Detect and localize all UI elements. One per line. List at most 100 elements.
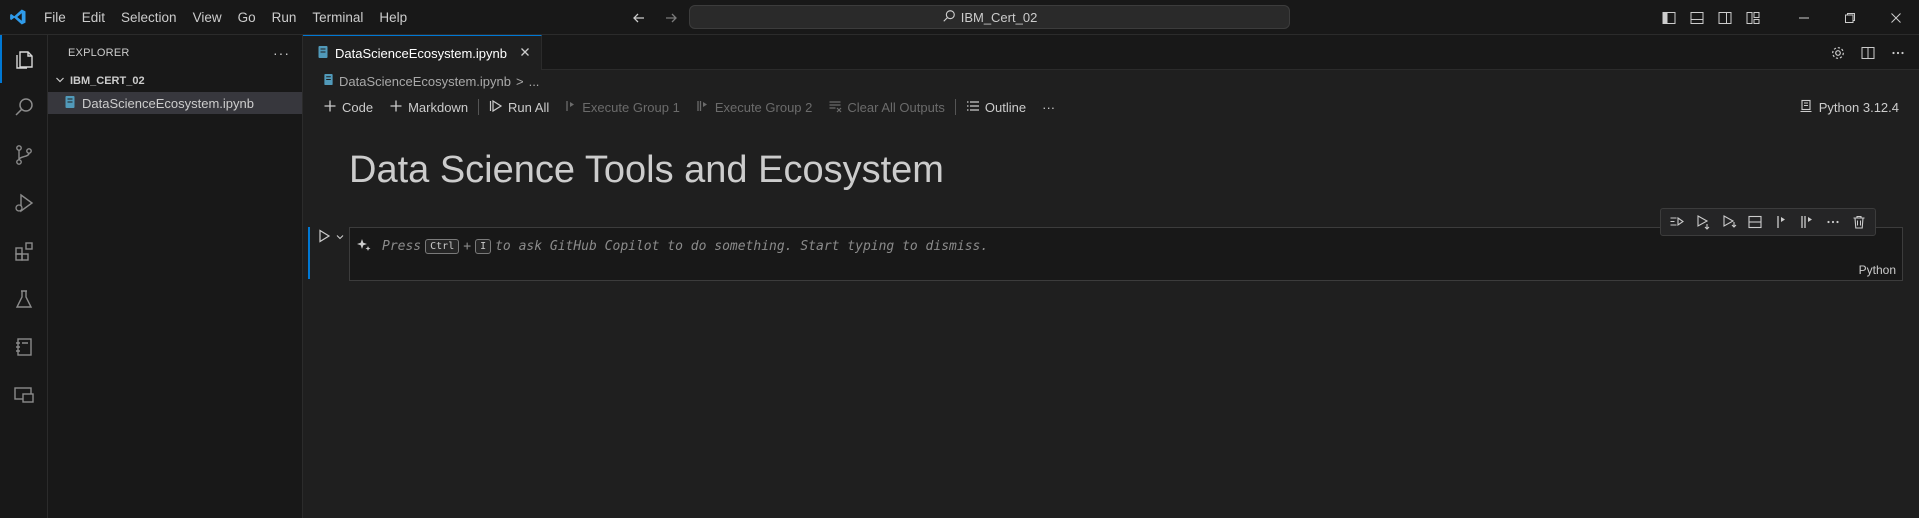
hint-plus: + — [463, 238, 472, 254]
editor-tabs: DataScienceEcosystem.ipynb — [303, 35, 1919, 70]
run-all-label: Run All — [508, 99, 550, 115]
toolbar-more-icon[interactable]: ··· — [1034, 94, 1063, 120]
plus-icon — [389, 99, 403, 116]
markdown-heading[interactable]: Data Science Tools and Ecosystem — [349, 149, 944, 192]
execute-cell-and-below-icon[interactable] — [1691, 210, 1715, 234]
notebook-file-icon — [64, 95, 76, 112]
file-label: DataScienceEcosystem.ipynb — [82, 95, 254, 111]
menu-file[interactable]: File — [36, 0, 74, 35]
close-icon[interactable] — [519, 45, 531, 61]
split-editor-icon[interactable] — [1855, 40, 1881, 66]
testing-icon[interactable] — [0, 275, 48, 323]
tab-label: DataScienceEcosystem.ipynb — [335, 45, 507, 61]
chevron-down-icon[interactable] — [335, 230, 345, 245]
sidebar-title: EXPLORER — [68, 46, 130, 59]
breadcrumb-separator: > — [515, 73, 524, 89]
outline-label: Outline — [984, 99, 1027, 115]
command-center-text: IBM_Cert_02 — [960, 9, 1038, 25]
breadcrumb: DataScienceEcosystem.ipynb > ... — [303, 70, 1919, 92]
hint-rest: to ask GitHub Copilot to do something. S… — [495, 238, 989, 254]
gear-icon[interactable] — [1825, 40, 1851, 66]
ctrl-key: Ctrl — [425, 238, 460, 254]
chevron-down-icon — [54, 74, 66, 89]
menu-go[interactable]: Go — [230, 0, 264, 35]
menu-bar: File Edit Selection View Go Run Terminal… — [36, 0, 415, 35]
execute-group-2-button[interactable]: Execute Group 2 — [688, 94, 821, 120]
search-icon — [942, 9, 956, 26]
activity-bar — [0, 35, 48, 518]
kernel-picker[interactable]: Python 3.12.4 — [1799, 92, 1899, 122]
execute-group-2-label: Execute Group 2 — [714, 99, 813, 115]
cell-language-label[interactable]: Python — [1859, 263, 1896, 277]
toolbar-divider — [954, 99, 956, 115]
code-label: Code — [342, 99, 374, 115]
execute-group-icon — [565, 99, 577, 116]
add-code-cell-button[interactable]: Code — [315, 94, 381, 120]
sparkle-icon — [356, 237, 372, 256]
menu-selection[interactable]: Selection — [113, 0, 185, 35]
breadcrumb-file[interactable]: DataScienceEcosystem.ipynb — [339, 74, 511, 89]
run-cell-icon[interactable] — [317, 229, 331, 246]
toggle-panel-icon[interactable] — [1683, 0, 1711, 35]
i-key: I — [475, 238, 492, 254]
execute-group-1-icon[interactable] — [1769, 210, 1793, 234]
notebook-icon[interactable] — [0, 323, 48, 371]
folder-label: IBM_CERT_02 — [70, 75, 145, 87]
run-all-button[interactable]: Run All — [481, 94, 557, 120]
menu-help[interactable]: Help — [371, 0, 415, 35]
server-icon — [1799, 99, 1813, 116]
plus-icon — [323, 99, 337, 116]
restore-icon[interactable] — [1827, 0, 1873, 35]
vscode-logo-icon — [0, 0, 36, 35]
list-icon — [966, 99, 980, 116]
more-icon[interactable] — [1821, 210, 1845, 234]
toggle-secondary-sidebar-icon[interactable] — [1711, 0, 1739, 35]
minimize-icon[interactable] — [1781, 0, 1827, 35]
toggle-primary-sidebar-icon[interactable] — [1655, 0, 1683, 35]
command-center-search[interactable]: IBM_Cert_02 — [689, 5, 1290, 29]
more-actions-icon[interactable] — [1885, 40, 1911, 66]
forward-arrow-icon[interactable] — [660, 7, 682, 29]
tab-datascienceecosystem[interactable]: DataScienceEcosystem.ipynb — [303, 35, 542, 70]
add-markdown-cell-button[interactable]: Markdown — [381, 94, 476, 120]
explorer-icon[interactable] — [0, 35, 48, 83]
menu-edit[interactable]: Edit — [74, 0, 113, 35]
customize-layout-icon[interactable] — [1739, 0, 1767, 35]
explorer-sidebar: EXPLORER ··· IBM_CERT_02 DataScienceEcos… — [48, 35, 303, 518]
hint-press: Press — [382, 238, 422, 254]
folder-ibm-cert-02[interactable]: IBM_CERT_02 — [48, 70, 302, 92]
close-window-icon[interactable] — [1873, 0, 1919, 35]
markdown-label: Markdown — [408, 99, 469, 115]
notebook-file-icon — [323, 73, 334, 89]
outline-button[interactable]: Outline — [958, 94, 1034, 120]
explorer-more-actions-icon[interactable]: ··· — [273, 45, 290, 61]
execute-group-1-label: Execute Group 1 — [582, 99, 680, 115]
trash-icon[interactable] — [1847, 210, 1871, 234]
run-all-icon — [489, 99, 503, 116]
clear-all-outputs-button[interactable]: Clear All Outputs — [820, 94, 953, 120]
run-debug-icon[interactable] — [0, 179, 48, 227]
execute-group-2-icon[interactable] — [1795, 210, 1819, 234]
clear-all-outputs-label: Clear All Outputs — [847, 99, 945, 115]
search-icon[interactable] — [0, 83, 48, 131]
menu-run[interactable]: Run — [264, 0, 305, 35]
back-arrow-icon[interactable] — [628, 7, 650, 29]
split-cell-icon[interactable] — [1743, 210, 1767, 234]
kernel-label: Python 3.12.4 — [1818, 99, 1899, 115]
cell-run-controls — [317, 229, 345, 246]
file-datascienceecosystem[interactable]: DataScienceEcosystem.ipynb — [48, 92, 302, 114]
menu-terminal[interactable]: Terminal — [304, 0, 371, 35]
remote-explorer-icon[interactable] — [0, 371, 48, 419]
menu-view[interactable]: View — [185, 0, 230, 35]
breadcrumb-more[interactable]: ... — [529, 74, 540, 89]
execute-group-1-button[interactable]: Execute Group 1 — [557, 94, 688, 120]
run-below-icon[interactable] — [1717, 210, 1741, 234]
source-control-icon[interactable] — [0, 131, 48, 179]
cell-toolbar — [1660, 208, 1876, 236]
title-bar: File Edit Selection View Go Run Terminal… — [0, 0, 1919, 35]
extensions-icon[interactable] — [0, 227, 48, 275]
copilot-hint: Press Ctrl + I to ask GitHub Copilot to … — [382, 238, 989, 254]
execute-above-icon[interactable] — [1665, 210, 1689, 234]
toolbar-divider — [478, 99, 480, 115]
cell-focus-indicator — [308, 227, 310, 279]
